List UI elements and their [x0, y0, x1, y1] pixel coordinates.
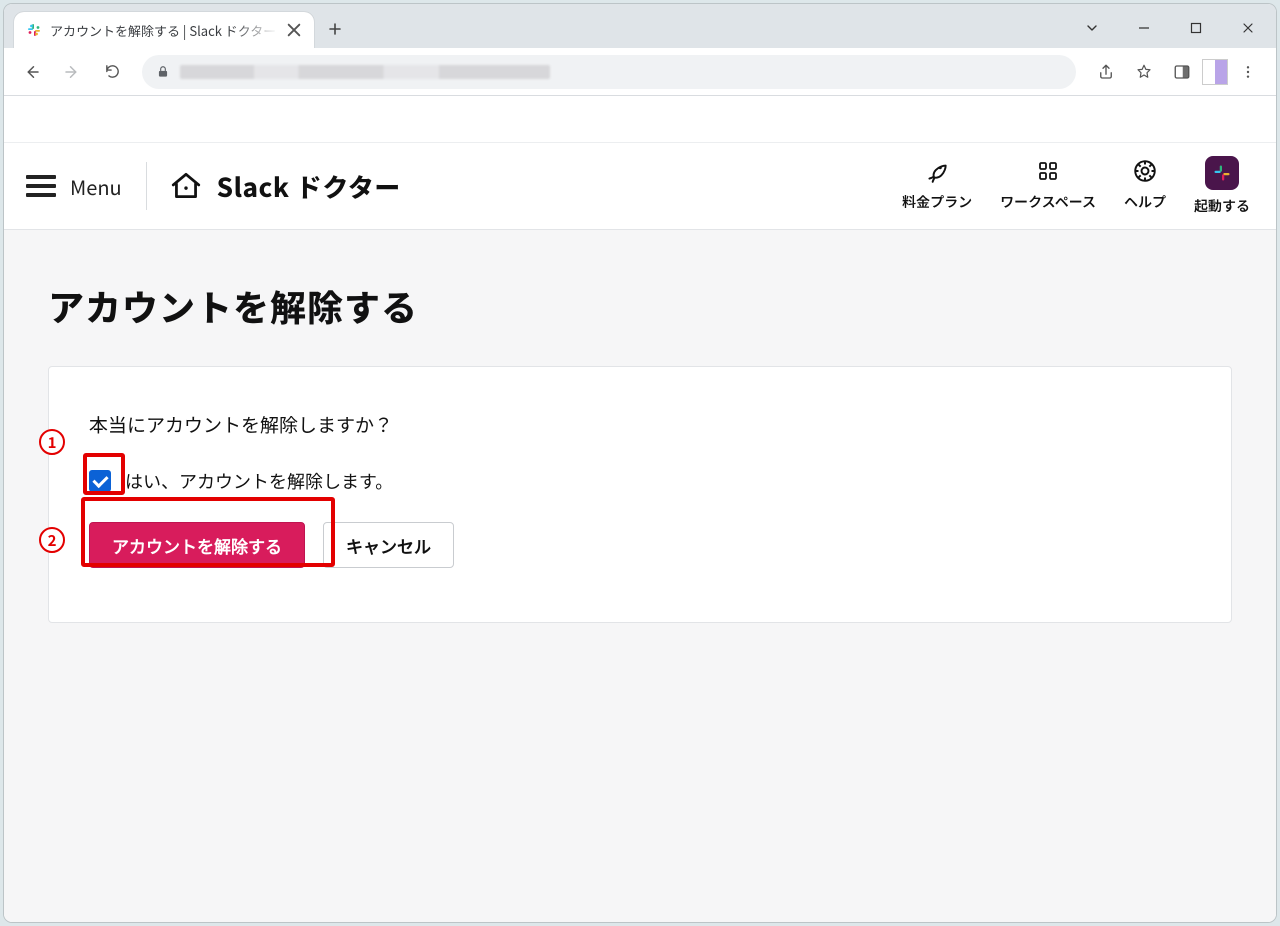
nav-launch[interactable]: 起動する	[1194, 156, 1250, 216]
annotation-step-1: 1	[39, 429, 65, 455]
confirm-checkbox[interactable]	[89, 470, 111, 492]
profile-button[interactable]	[1202, 59, 1228, 85]
site-nav: 料金プラン ワークスペース ヘルプ	[902, 156, 1250, 216]
rocket-icon	[922, 156, 952, 186]
page-title: アカウントを解除する	[48, 280, 1232, 332]
nav-forward-button[interactable]	[54, 54, 90, 90]
site-header: Menu Slack ドクター 料金プラン	[4, 142, 1276, 230]
help-icon	[1130, 156, 1160, 186]
tab-title: アカウントを解除する | Slack ドクター	[50, 21, 278, 40]
confirm-checkbox-label: はい、アカウントを解除します。	[125, 468, 393, 494]
nav-workspace[interactable]: ワークスペース	[1000, 156, 1096, 216]
browser-tab[interactable]: アカウントを解除する | Slack ドクター	[14, 12, 314, 48]
nav-label: ヘルプ	[1124, 192, 1166, 212]
confirm-checkbox-row[interactable]: はい、アカウントを解除します。	[89, 468, 1191, 494]
page-body: アカウントを解除する 本当にアカウントを解除しますか？ はい、アカウントを解除し…	[4, 230, 1276, 673]
nav-pricing[interactable]: 料金プラン	[902, 156, 972, 216]
menu-label: Menu	[70, 172, 122, 201]
page-viewport: Menu Slack ドクター 料金プラン	[4, 96, 1276, 922]
hamburger-icon	[26, 170, 56, 202]
confirm-card: 本当にアカウントを解除しますか？ はい、アカウントを解除します。 アカウントを解…	[48, 366, 1232, 623]
window-maximize-button[interactable]	[1172, 8, 1220, 48]
lock-icon	[156, 60, 170, 84]
nav-back-button[interactable]	[14, 54, 50, 90]
browser-window: アカウントを解除する | Slack ドクター	[4, 4, 1276, 922]
annotation-step-2: 2	[39, 527, 65, 553]
window-minimize-button[interactable]	[1120, 8, 1168, 48]
nav-label: ワークスペース	[1000, 192, 1096, 212]
workspace-icon	[1033, 156, 1063, 186]
menu-toggle-button[interactable]: Menu	[26, 162, 147, 210]
confirm-prompt: 本当にアカウントを解除しますか？	[89, 411, 1191, 438]
window-close-button[interactable]	[1224, 8, 1272, 48]
nav-label: 料金プラン	[902, 192, 972, 212]
nav-help[interactable]: ヘルプ	[1124, 156, 1166, 216]
browser-menu-button[interactable]	[1230, 54, 1266, 90]
slack-icon	[1205, 156, 1239, 190]
tab-strip: アカウントを解除する | Slack ドクター	[4, 4, 1276, 48]
slack-favicon-icon	[26, 22, 42, 38]
brand-text: Slack ドクター	[217, 168, 401, 205]
address-bar[interactable]	[142, 55, 1076, 89]
browser-toolbar	[4, 48, 1276, 96]
share-button[interactable]	[1088, 54, 1124, 90]
button-row: アカウントを解除する キャンセル	[89, 522, 1191, 568]
window-controls	[1068, 8, 1276, 48]
new-tab-button[interactable]	[320, 14, 350, 44]
tab-search-button[interactable]	[1068, 8, 1116, 48]
site-brand[interactable]: Slack ドクター	[169, 168, 401, 205]
close-tab-button[interactable]	[286, 22, 302, 38]
delete-account-button[interactable]: アカウントを解除する	[89, 522, 305, 568]
house-icon	[169, 169, 203, 203]
bookmark-button[interactable]	[1126, 54, 1162, 90]
nav-reload-button[interactable]	[94, 54, 130, 90]
cancel-button[interactable]: キャンセル	[323, 522, 454, 568]
nav-label: 起動する	[1194, 196, 1250, 216]
url-redacted	[180, 65, 550, 79]
side-panel-button[interactable]	[1164, 54, 1200, 90]
